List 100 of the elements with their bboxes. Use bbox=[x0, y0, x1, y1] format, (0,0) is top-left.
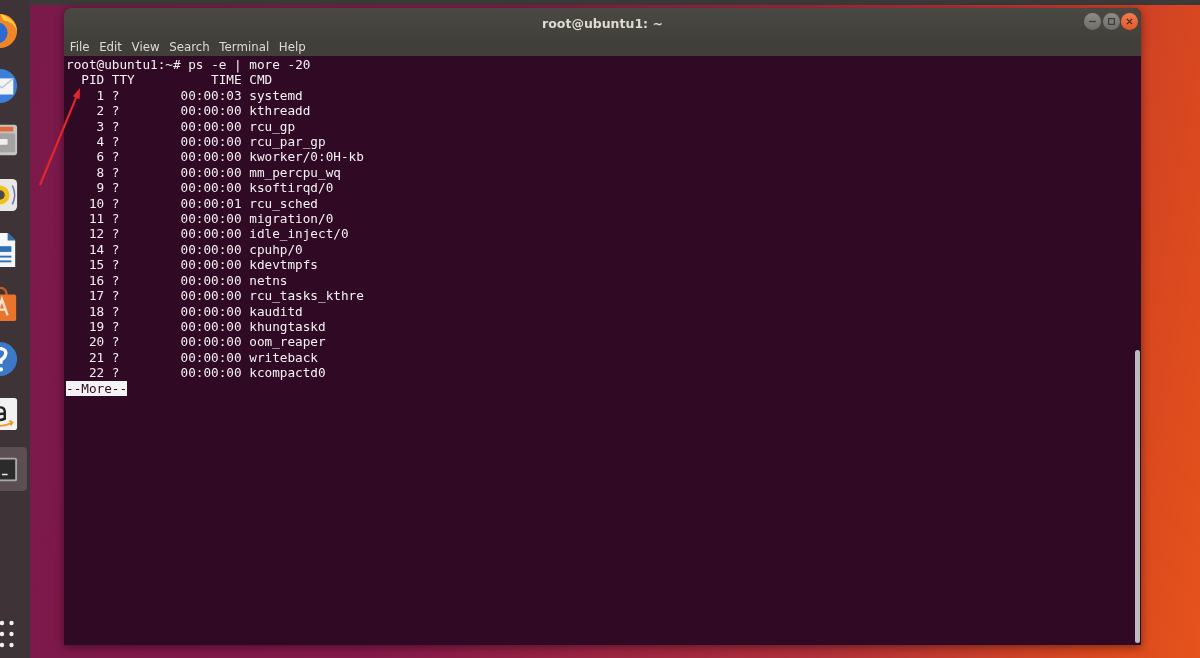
table-cell: rcu_sched bbox=[249, 195, 318, 212]
table-cell: 12 bbox=[88, 226, 105, 242]
table-cell: 17 bbox=[88, 288, 105, 304]
table-cell: ? bbox=[111, 87, 120, 104]
help-icon bbox=[0, 341, 19, 378]
maximize-button[interactable] bbox=[1102, 13, 1120, 30]
table-cell: 3 bbox=[96, 118, 105, 135]
column-header: TTY bbox=[111, 72, 135, 88]
table-cell: ? bbox=[111, 149, 120, 165]
column-header: TIME bbox=[211, 72, 242, 88]
table-cell: 00:00:00 bbox=[180, 180, 242, 196]
table-cell: 18 bbox=[88, 303, 105, 319]
table-cell: kauditd bbox=[249, 303, 303, 319]
table-cell: 2 bbox=[96, 103, 105, 119]
table-cell: ? bbox=[111, 318, 120, 335]
dock-launcher[interactable] bbox=[0, 446, 27, 491]
table-cell: oom_reaper bbox=[249, 334, 326, 350]
column-header: PID bbox=[81, 72, 105, 88]
table-cell: 6 bbox=[96, 149, 105, 165]
table-cell: ? bbox=[111, 257, 120, 273]
table-cell: writeback bbox=[249, 349, 318, 366]
table-cell: 00:00:00 bbox=[180, 241, 242, 258]
table-cell: migration/0 bbox=[249, 211, 334, 227]
table-cell: 00:00:00 bbox=[180, 118, 242, 135]
table-cell: 9 bbox=[96, 180, 105, 196]
menu-item[interactable]: Search bbox=[165, 39, 214, 55]
close-button[interactable] bbox=[1121, 13, 1138, 30]
table-cell: ? bbox=[111, 226, 120, 242]
pager-prompt: --More-- bbox=[66, 380, 128, 396]
table-cell: 00:00:00 bbox=[180, 349, 242, 366]
table-cell: ? bbox=[111, 134, 120, 150]
table-cell: idle_inject/0 bbox=[249, 226, 349, 242]
table-cell: 00:00:00 bbox=[180, 334, 242, 350]
table-cell: 00:00:00 bbox=[180, 149, 242, 165]
table-cell: 16 bbox=[88, 272, 105, 289]
table-cell: ? bbox=[111, 272, 120, 289]
table-cell: 21 bbox=[88, 349, 105, 366]
table-cell: 00:00:00 bbox=[180, 103, 242, 119]
menu-item[interactable]: File bbox=[65, 39, 94, 55]
menu-item[interactable]: Help bbox=[274, 39, 310, 55]
table-cell: 8 bbox=[96, 164, 105, 181]
table-cell: ? bbox=[111, 195, 120, 212]
table-cell: 11 bbox=[88, 211, 105, 227]
table-cell: 10 bbox=[88, 195, 105, 212]
table-cell: 22 bbox=[88, 365, 105, 381]
table-cell: 15 bbox=[88, 257, 105, 273]
table-cell: 4 bbox=[96, 134, 105, 150]
table-cell: rcu_gp bbox=[249, 118, 296, 135]
table-cell: 00:00:00 bbox=[180, 365, 242, 381]
table-cell: mm_percpu_wq bbox=[249, 164, 341, 181]
table-cell: 00:00:00 bbox=[180, 211, 242, 227]
table-cell: kcompactd0 bbox=[249, 365, 326, 381]
table-cell: ? bbox=[111, 180, 120, 196]
command-line: root@ubuntu1:~# ps -e | more -20 bbox=[66, 57, 311, 73]
table-cell: 00:00:00 bbox=[180, 303, 242, 319]
table-cell: ? bbox=[111, 211, 120, 227]
table-cell: rcu_par_gp bbox=[249, 134, 326, 150]
table-cell: ? bbox=[111, 334, 120, 350]
smile-tile-icon bbox=[0, 395, 19, 432]
table-cell: 00:00:00 bbox=[180, 226, 242, 242]
column-header: CMD bbox=[249, 72, 273, 88]
app-grid-icon[interactable] bbox=[0, 620, 14, 648]
table-cell: rcu_tasks_kthre bbox=[249, 288, 364, 304]
table-cell: kthreadd bbox=[249, 103, 311, 119]
close-icon bbox=[1126, 18, 1133, 25]
speaker-icon bbox=[0, 177, 19, 214]
table-cell: kdevtmpfs bbox=[249, 257, 318, 273]
table-cell: 1 bbox=[96, 87, 105, 104]
menu-item[interactable]: Terminal bbox=[215, 39, 274, 55]
table-cell: 00:00:00 bbox=[180, 257, 242, 273]
table-cell: ksoftirqd/0 bbox=[249, 180, 334, 196]
table-cell: 00:00:00 bbox=[180, 134, 242, 150]
globe-icon bbox=[0, 13, 19, 49]
maximize-icon bbox=[1107, 18, 1115, 25]
table-cell: 00:00:00 bbox=[180, 164, 242, 181]
table-cell: cpuhp/0 bbox=[249, 241, 303, 258]
scrollbar-thumb[interactable] bbox=[1135, 349, 1140, 643]
table-cell: ? bbox=[111, 365, 120, 381]
table-cell: ? bbox=[111, 349, 120, 366]
table-cell: systemd bbox=[249, 87, 303, 104]
table-cell: 00:00:00 bbox=[180, 272, 242, 289]
table-cell: khungtaskd bbox=[249, 318, 326, 335]
menu-item[interactable]: View bbox=[127, 39, 164, 55]
menu-item[interactable]: Edit bbox=[95, 39, 126, 55]
table-cell: 00:00:03 bbox=[180, 87, 242, 104]
table-cell: ? bbox=[111, 103, 120, 119]
table-cell: 00:00:00 bbox=[180, 288, 242, 304]
table-cell: ? bbox=[111, 303, 120, 319]
table-cell: ? bbox=[111, 164, 120, 181]
shopping-bag-icon bbox=[0, 286, 19, 323]
window-title: root@ubuntu1: ~ bbox=[542, 15, 663, 31]
table-cell: 20 bbox=[88, 334, 105, 350]
minimize-button[interactable] bbox=[1084, 13, 1101, 30]
table-cell: ? bbox=[111, 288, 120, 304]
table-cell: ? bbox=[111, 118, 120, 135]
table-cell: 14 bbox=[88, 241, 105, 258]
envelope-icon bbox=[0, 67, 19, 104]
table-cell: kworker/0:0H-kb bbox=[249, 149, 364, 165]
table-cell: netns bbox=[249, 272, 288, 289]
table-cell: 19 bbox=[88, 318, 105, 335]
